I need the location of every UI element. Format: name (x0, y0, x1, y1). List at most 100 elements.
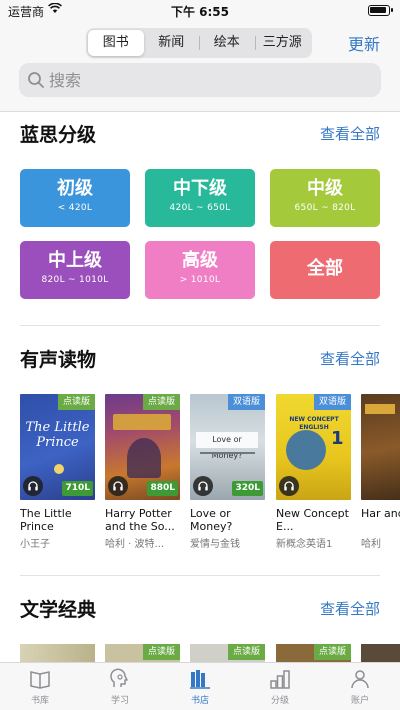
account-icon (351, 670, 369, 689)
book-cover[interactable]: 点读版 (276, 644, 351, 662)
book-cover: 点读版 The Little Prince 710L (20, 394, 95, 500)
headphone-icon (108, 476, 128, 496)
tab-picture-books[interactable]: 绘本 (199, 30, 255, 56)
book-item[interactable]: 点读版 The Little Prince 710L The Little Pr… (20, 394, 95, 550)
level-card-beginner[interactable]: 初级 < 420L (20, 169, 130, 227)
book-chinese-title: 爱情与金钱 (190, 539, 240, 550)
level-card-intermediate[interactable]: 中级 650L ~ 820L (270, 169, 380, 227)
search-bar[interactable] (19, 63, 381, 97)
store-content[interactable]: 蓝思分级 查看全部 初级 < 420L 中下级 420L ~ 650L 中级 6… (0, 112, 400, 662)
level-range: > 1010L (179, 275, 221, 285)
audio-book-list[interactable]: 点读版 The Little Prince 710L The Little Pr… (20, 394, 400, 554)
book-cover[interactable]: 点读版 (190, 644, 265, 662)
tab-label: 分级 (270, 696, 289, 706)
lexile-badge: 880L (147, 481, 178, 496)
cover-star-decoration (54, 464, 64, 474)
book-item[interactable]: 点读版 880L Harry Potter and the So... 哈利 ·… (105, 394, 180, 550)
lexile-badge: 710L (62, 481, 93, 496)
cover-figure-decoration (127, 438, 161, 478)
section-divider (20, 325, 380, 326)
book-title: The Little Prince (20, 507, 72, 533)
level-range: < 420L (57, 203, 93, 213)
cover-title-decoration (365, 404, 395, 414)
book-cover[interactable]: 点读版 (105, 644, 180, 662)
book-cover: 双语版 Love or Money? 320L (190, 394, 265, 500)
book-cover: 点读版 880L (105, 394, 180, 500)
book-title: New Concept E... (276, 507, 349, 533)
level-name: 高级 (182, 250, 218, 271)
search-icon (28, 72, 44, 88)
tab-news[interactable]: 新闻 (144, 30, 200, 56)
section-title-levels: 蓝思分级 (20, 124, 97, 146)
edition-tag: 双语版 (227, 394, 265, 410)
cover-globe-decoration (286, 430, 326, 470)
section-title-classics: 文学经典 (20, 599, 97, 621)
tab-store[interactable]: 书店 (160, 663, 240, 710)
tab-label: 学习 (110, 696, 129, 706)
top-header: 图书 新闻 绘本 三方源 更新 (0, 22, 400, 112)
level-card-upper-intermediate[interactable]: 中上级 820L ~ 1010L (20, 241, 130, 299)
edition-tag: 点读版 (57, 394, 95, 410)
classics-book-list[interactable]: 点读版 点读版 点读版 (20, 644, 400, 662)
level-range: 820L ~ 1010L (41, 275, 109, 285)
tab-label: 书库 (30, 696, 49, 706)
edition-tag: 点读版 (142, 644, 180, 660)
book-title: Har and (361, 507, 400, 520)
see-all-levels-link[interactable]: 查看全部 (320, 123, 380, 144)
update-button[interactable]: 更新 (348, 31, 380, 55)
search-input[interactable] (49, 63, 369, 97)
tab-label: 书店 (190, 696, 209, 706)
clock: 下午 6:55 (170, 5, 230, 19)
source-segmented-control: 图书 新闻 绘本 三方源 (86, 28, 312, 58)
level-name: 中上级 (48, 250, 102, 271)
edition-tag: 点读版 (227, 644, 265, 660)
library-icon (30, 671, 50, 689)
edition-tag: 点读版 (142, 394, 180, 410)
level-range: 650L ~ 820L (294, 203, 356, 213)
headphone-icon (279, 476, 299, 496)
cover-title: Love or Money? (196, 432, 258, 460)
book-chinese-title: 小王子 (20, 539, 50, 550)
lexile-badge: 320L (232, 481, 263, 496)
book-chinese-title: 哈利 (361, 539, 381, 550)
cover-title-decoration (113, 414, 171, 430)
level-grid: 初级 < 420L 中下级 420L ~ 650L 中级 650L ~ 820L… (20, 169, 380, 299)
book-item[interactable]: 双语版 NEW CONCEPT ENGLISH 1 New Concept E.… (276, 394, 351, 550)
level-name: 初级 (57, 178, 93, 199)
book-cover[interactable] (361, 644, 400, 662)
tab-bar: 书库 学习 书店 分级 账户 (0, 662, 400, 710)
see-all-audio-link[interactable]: 查看全部 (320, 348, 380, 369)
book-cover: 双语版 NEW CONCEPT ENGLISH 1 (276, 394, 351, 500)
book-title: Love or Money? (190, 507, 233, 533)
study-icon (110, 668, 128, 687)
book-cover (361, 394, 400, 500)
book-cover[interactable] (20, 644, 95, 662)
section-divider (20, 575, 380, 576)
tab-library[interactable]: 书库 (0, 663, 80, 710)
tab-account[interactable]: 账户 (320, 663, 400, 710)
level-range: 420L ~ 650L (169, 203, 231, 213)
book-item[interactable]: 双语版 Love or Money? 320L Love or Money? 爱… (190, 394, 265, 550)
level-name: 中级 (307, 178, 343, 199)
book-item[interactable]: Har and 哈利 (361, 394, 400, 550)
level-name: 中下级 (173, 178, 227, 199)
tab-books[interactable]: 图书 (88, 30, 144, 56)
store-icon (190, 670, 210, 689)
book-chinese-title: 哈利 · 波特... (105, 539, 165, 550)
cover-title: The Little Prince (25, 420, 90, 450)
tab-study[interactable]: 学习 (80, 663, 160, 710)
level-card-all[interactable]: 全部 (270, 241, 380, 299)
cover-volume-number: 1 (331, 428, 344, 449)
status-bar: 运营商 下午 6:55 (0, 0, 400, 22)
battery-icon (368, 5, 393, 16)
level-card-lower-intermediate[interactable]: 中下级 420L ~ 650L (145, 169, 255, 227)
tab-grade[interactable]: 分级 (240, 663, 320, 710)
level-card-advanced[interactable]: 高级 > 1010L (145, 241, 255, 299)
tab-third-party[interactable]: 三方源 (254, 30, 311, 56)
level-name: 全部 (307, 258, 343, 279)
edition-tag: 双语版 (313, 394, 351, 410)
see-all-classics-link[interactable]: 查看全部 (320, 598, 380, 619)
headphone-icon (193, 476, 213, 496)
cover-line-decoration (200, 452, 255, 454)
book-chinese-title: 新概念英语1 (276, 539, 333, 550)
